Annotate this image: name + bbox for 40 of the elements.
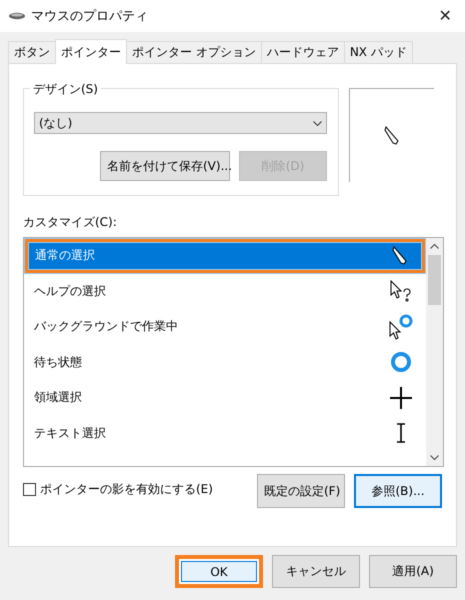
list-item[interactable]: 待ち状態 xyxy=(24,344,426,380)
checkbox-label: ポインターの影を有効にする(E) xyxy=(40,481,213,498)
list-item[interactable]: ヘルプの選択 xyxy=(24,274,426,309)
close-button[interactable]: ✕ xyxy=(430,5,460,27)
scrollbar[interactable] xyxy=(426,238,443,466)
checkbox[interactable] xyxy=(23,483,36,496)
list-item[interactable]: テキスト選択 xyxy=(24,416,426,451)
item-label: ヘルプの選択 xyxy=(34,282,107,300)
list-item[interactable]: 領域選択 xyxy=(24,380,426,416)
item-label: テキスト選択 xyxy=(34,424,107,442)
apply-button[interactable]: 適用(A) xyxy=(369,555,457,588)
cancel-button[interactable]: キャンセル xyxy=(272,555,360,588)
pen-cursor-icon xyxy=(384,126,400,146)
ring-cursor-icon xyxy=(390,351,412,374)
save-as-button[interactable]: 名前を付けて保存(V)... xyxy=(100,151,230,181)
dropdown-value: (なし) xyxy=(39,114,74,132)
item-label: 待ち状態 xyxy=(34,354,83,371)
list-item[interactable]: バックグラウンドで作業中 xyxy=(24,309,426,344)
arrow-ring-cursor-icon xyxy=(389,314,413,340)
arrow-question-cursor-icon xyxy=(390,280,412,302)
crosshair-cursor-icon xyxy=(390,386,412,409)
tab[interactable]: NX パッド xyxy=(344,41,413,63)
customize-label: カスタマイズ(C): xyxy=(23,214,118,231)
mouse-icon xyxy=(8,12,25,20)
text-cursor-icon xyxy=(396,423,406,444)
tab[interactable]: ポインター xyxy=(55,39,127,64)
tab[interactable]: ボタン xyxy=(8,41,56,63)
group-legend: デザイン(S) xyxy=(30,81,101,98)
scrollbar-thumb[interactable] xyxy=(428,255,441,305)
item-label: 通常の選択 xyxy=(35,247,96,264)
list-item[interactable]: 通常の選択 xyxy=(24,238,426,274)
window-title: マウスのプロパティ xyxy=(31,8,149,25)
item-label: 領域選択 xyxy=(34,389,83,406)
item-label: バックグラウンドで作業中 xyxy=(34,318,179,336)
ok-button[interactable]: OK xyxy=(175,555,263,588)
browse-button[interactable]: 参照(B)... xyxy=(354,474,442,508)
design-dropdown[interactable]: (なし) xyxy=(34,112,327,134)
default-button[interactable]: 既定の設定(F) xyxy=(257,474,345,508)
pen-cursor-icon xyxy=(392,246,408,266)
chevron-down-icon xyxy=(313,120,322,126)
